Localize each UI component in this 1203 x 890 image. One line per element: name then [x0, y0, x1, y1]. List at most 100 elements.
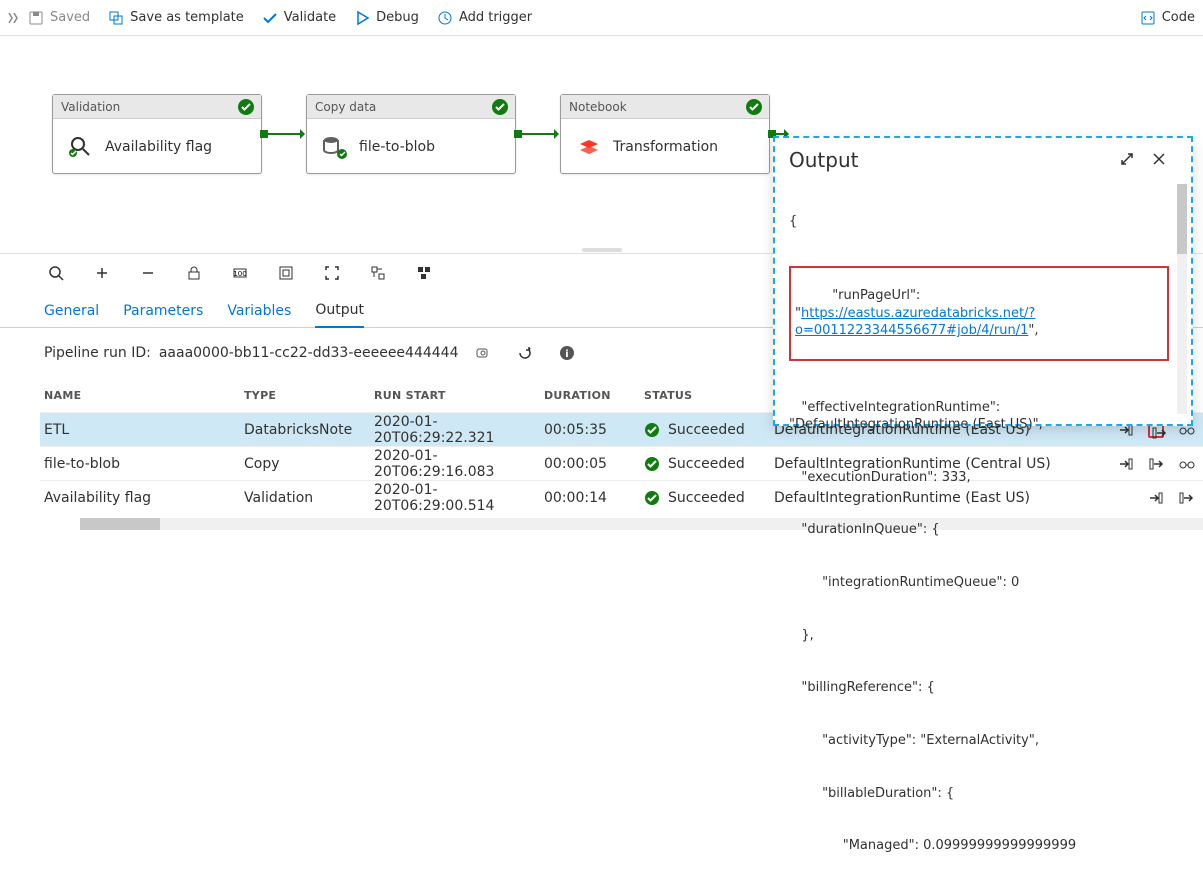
vertical-scrollbar[interactable]: [1177, 184, 1187, 414]
success-icon: [644, 456, 660, 472]
lock-icon[interactable]: [186, 265, 204, 283]
glasses-icon[interactable]: [1178, 456, 1194, 472]
play-icon: [354, 10, 370, 26]
connector-1: [262, 133, 304, 135]
code-button[interactable]: Code: [1140, 10, 1195, 26]
cell-status: Succeeded: [668, 422, 745, 438]
highlighted-runpageurl: "runPageUrl": "https://eastus.azuredatab…: [789, 266, 1169, 362]
saved-label: Saved: [50, 10, 90, 25]
json-line: "executionDuration": 333,: [789, 469, 1169, 487]
cell-name: ETL: [44, 422, 244, 438]
expand-icon[interactable]: [1119, 151, 1137, 169]
json-line: "effectiveIntegrationRuntime": "DefaultI…: [789, 399, 1169, 434]
code-label: Code: [1162, 10, 1195, 25]
cell-duration: 00:00:14: [544, 490, 644, 506]
activity-type-label: Validation: [61, 100, 120, 114]
tab-parameters[interactable]: Parameters: [123, 303, 203, 327]
saved-indicator: Saved: [28, 10, 90, 26]
tab-output[interactable]: Output: [315, 302, 364, 328]
json-line: {: [789, 213, 1169, 231]
zoom-in-icon[interactable]: [94, 265, 112, 283]
connector-3: [770, 133, 788, 135]
json-line: "durationInQueue": {: [789, 521, 1169, 539]
svg-text:100: 100: [233, 270, 246, 278]
cell-status: Succeeded: [668, 490, 745, 506]
tab-variables[interactable]: Variables: [227, 303, 291, 327]
zoom-out-icon[interactable]: [140, 265, 158, 283]
info-icon[interactable]: i: [559, 345, 575, 361]
toolbar: Saved Save as template Validate Debug Ad…: [0, 0, 1203, 36]
add-trigger-button[interactable]: Add trigger: [437, 10, 532, 26]
cell-start: 2020-01-20T06:29:16.083: [374, 448, 544, 480]
success-icon: [237, 98, 255, 116]
json-line: "activityType": "ExternalActivity",: [789, 732, 1169, 750]
svg-text:i: i: [565, 349, 568, 360]
save-as-template-label: Save as template: [130, 10, 244, 25]
output-json: { "runPageUrl": "https://eastus.azuredat…: [789, 178, 1169, 890]
success-icon: [491, 98, 509, 116]
col-duration: DURATION: [544, 389, 644, 402]
runpageurl-link[interactable]: https://eastus.azuredatabricks.net/?o=00…: [795, 306, 1035, 339]
json-line: },: [789, 627, 1169, 645]
add-trigger-label: Add trigger: [459, 10, 532, 25]
output-icon[interactable]: [1178, 490, 1194, 506]
save-icon: [28, 10, 44, 26]
activity-validation[interactable]: Validation Availability flag: [52, 94, 262, 174]
database-icon: [321, 133, 349, 161]
save-as-template-button[interactable]: Save as template: [108, 10, 244, 26]
connector-2: [516, 133, 558, 135]
validate-label: Validate: [284, 10, 336, 25]
json-text: ",: [1028, 323, 1038, 338]
json-line: "billableDuration": {: [789, 785, 1169, 803]
validate-button[interactable]: Validate: [262, 10, 336, 26]
auto-align-icon[interactable]: [370, 265, 388, 283]
cell-type: Copy: [244, 456, 374, 472]
activity-type-label: Copy data: [315, 100, 376, 114]
activity-copy-data[interactable]: Copy data file-to-blob: [306, 94, 516, 174]
activity-name: Availability flag: [105, 139, 212, 155]
json-line: "Managed": 0.09999999999999999: [789, 837, 1169, 855]
cell-status: Succeeded: [668, 456, 745, 472]
json-line: "integrationRuntimeQueue": 0: [789, 574, 1169, 592]
resize-grip[interactable]: [582, 248, 622, 252]
layout-icon[interactable]: [416, 265, 434, 283]
success-icon: [745, 98, 763, 116]
cell-start: 2020-01-20T06:29:00.514: [374, 482, 544, 514]
activity-notebook[interactable]: Notebook Transformation: [560, 94, 770, 174]
zoom-reset-icon[interactable]: 100: [232, 265, 250, 283]
success-icon: [644, 422, 660, 438]
col-name: NAME: [44, 389, 244, 402]
refresh-icon[interactable]: [517, 345, 533, 361]
magnifier-icon: [67, 133, 95, 161]
col-status: STATUS: [644, 389, 774, 402]
cell-name: file-to-blob: [44, 456, 244, 472]
fit-screen-icon[interactable]: [278, 265, 296, 283]
activity-type-label: Notebook: [569, 100, 627, 114]
check-icon: [262, 10, 278, 26]
close-icon[interactable]: [1151, 151, 1169, 169]
cell-duration: 00:00:05: [544, 456, 644, 472]
cell-type: Validation: [244, 490, 374, 506]
output-panel: Output { "runPageUrl": "https://eastus.a…: [773, 136, 1193, 426]
debug-button[interactable]: Debug: [354, 10, 419, 26]
cell-name: Availability flag: [44, 490, 244, 506]
success-icon: [644, 490, 660, 506]
cell-start: 2020-01-20T06:29:22.321: [374, 414, 544, 446]
fullscreen-icon[interactable]: [324, 265, 342, 283]
output-title: Output: [789, 148, 1105, 172]
debug-label: Debug: [376, 10, 419, 25]
tab-general[interactable]: General: [44, 303, 99, 327]
trigger-icon: [437, 10, 453, 26]
search-icon[interactable]: [48, 265, 66, 283]
copy-icon[interactable]: [475, 345, 491, 361]
cell-duration: 00:05:35: [544, 422, 644, 438]
runid-value: aaaa0000-bb11-cc22-dd33-eeeeee444444: [159, 345, 459, 361]
activity-name: Transformation: [613, 139, 718, 155]
code-icon: [1140, 10, 1156, 26]
template-icon: [108, 10, 124, 26]
runid-label: Pipeline run ID:: [44, 345, 151, 361]
collapse-icon[interactable]: [8, 12, 20, 24]
databricks-icon: [575, 133, 603, 161]
col-type: TYPE: [244, 389, 374, 402]
json-line: "billingReference": {: [789, 679, 1169, 697]
